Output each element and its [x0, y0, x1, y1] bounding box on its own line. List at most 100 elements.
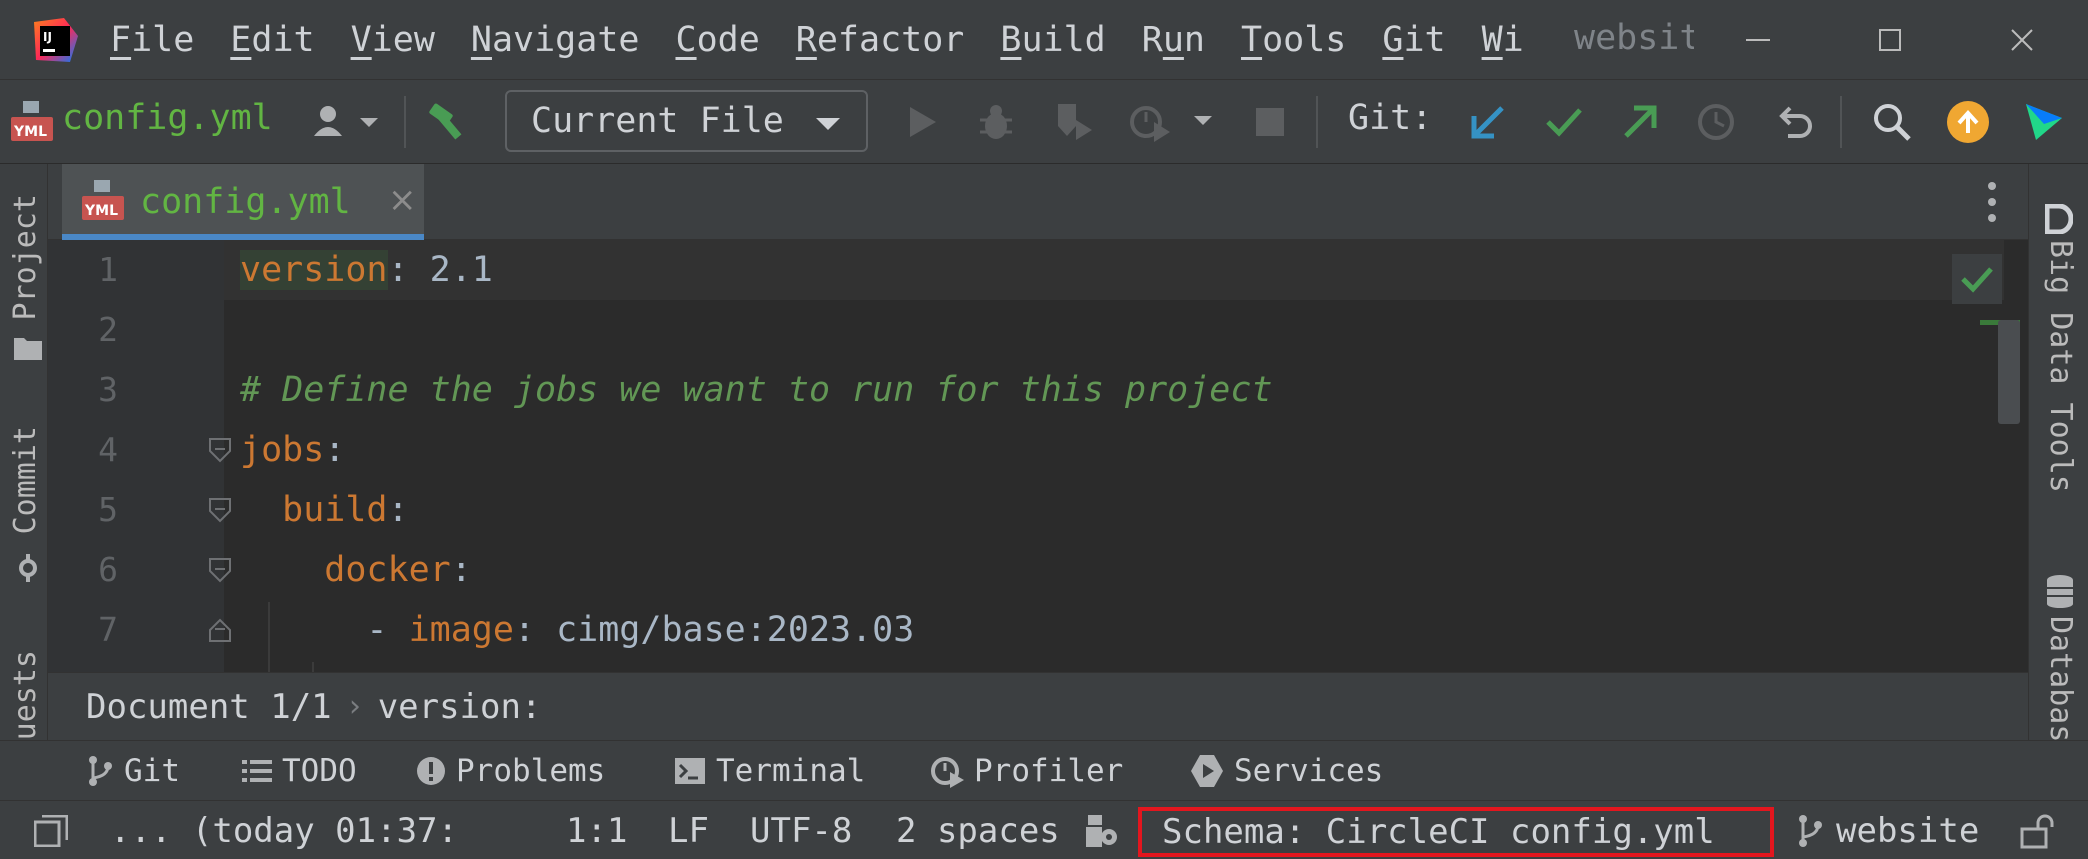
database-icon	[2047, 575, 2073, 608]
maximize-button[interactable]	[1860, 10, 1920, 70]
commit-tool-tab[interactable]: Commit	[8, 426, 43, 534]
close-window-button[interactable]	[1992, 10, 2052, 70]
run-with-coverage-icon[interactable]	[1050, 98, 1098, 146]
menu-item-9[interactable]: Git	[1382, 20, 1445, 60]
navbar-file[interactable]: config.yml	[62, 98, 273, 138]
caret-position[interactable]: 1:1	[566, 811, 627, 851]
git-push-icon[interactable]	[1616, 98, 1664, 146]
stop-icon[interactable]	[1246, 98, 1294, 146]
tool-window-bar: Git TODO Problems Terminal Profiler Serv…	[0, 740, 2088, 800]
run-configuration-label: Current File	[531, 101, 784, 141]
line-number: 1	[98, 250, 118, 289]
inspection-ok-icon[interactable]	[1952, 254, 2002, 304]
intellij-logo-icon[interactable]: IJ	[30, 18, 80, 64]
code-line[interactable]: build:	[240, 480, 408, 540]
code-line[interactable]: jobs:	[240, 420, 345, 480]
menu-item-10[interactable]: Wi	[1482, 20, 1524, 60]
more-options-icon[interactable]	[1984, 180, 2000, 224]
editor-tab-bar: YML config.yml ×	[48, 164, 2028, 240]
commit-icon	[19, 554, 37, 582]
yaml-file-icon: YML	[8, 98, 56, 146]
menu-item-1[interactable]: Edit	[230, 20, 314, 60]
tab-label: config.yml	[140, 182, 351, 222]
breadcrumb: Document 1/1 › version:	[48, 672, 2028, 740]
tool-window-terminal[interactable]: Terminal	[674, 751, 865, 791]
code-line[interactable]: version: 2.1	[240, 240, 493, 300]
code-line[interactable]: - image: cimg/base:2023.03	[240, 600, 914, 660]
code-line[interactable]: docker:	[240, 540, 472, 600]
requests-tool-tab[interactable]: uests	[8, 650, 43, 740]
chevron-right-icon: ›	[345, 689, 364, 724]
yaml-file-icon: YML	[82, 180, 124, 220]
big-data-tools-tab[interactable]: Big Data Tools	[2043, 240, 2078, 493]
breadcrumb-document[interactable]: Document 1/1	[86, 687, 332, 727]
debug-icon[interactable]	[972, 98, 1020, 146]
line-separator[interactable]: LF	[668, 811, 709, 851]
right-tool-strip: Big Data Tools Databas	[2028, 164, 2088, 742]
menu-item-5[interactable]: Refactor	[796, 20, 965, 60]
code-line[interactable]: # Define the jobs we want to run for thi…	[240, 360, 1273, 420]
project-tool-tab[interactable]: Project	[8, 194, 43, 320]
search-icon[interactable]	[1868, 98, 1916, 146]
svg-text:YML: YML	[84, 203, 118, 219]
git-branch-icon	[1799, 815, 1822, 847]
main-toolbar: YML config.yml Current File Git:	[0, 80, 2088, 164]
git-label: Git:	[1348, 98, 1433, 138]
tool-window-services[interactable]: Services	[1190, 751, 1383, 791]
editor-scrollbar[interactable]	[1998, 320, 2020, 424]
git-branch[interactable]: website	[1836, 811, 1979, 851]
folder-icon	[14, 338, 42, 360]
run-icon[interactable]	[898, 98, 946, 146]
unlock-icon[interactable]	[2020, 813, 2054, 849]
line-gutter: 1 2 3 4 5 6 7	[48, 240, 231, 672]
chevron-down-icon	[816, 118, 840, 130]
account-dropdown-icon[interactable]	[306, 98, 382, 146]
tool-window-git[interactable]: Git	[86, 751, 180, 791]
git-commit-icon[interactable]	[1540, 98, 1588, 146]
code-with-me-icon[interactable]	[2020, 98, 2068, 146]
svg-text:YML: YML	[13, 124, 47, 140]
line-number: 5	[98, 490, 118, 529]
line-number: 3	[98, 370, 118, 409]
line-number: 7	[98, 610, 118, 649]
code-area[interactable]: version: 2.1 # Define the jobs we want to…	[224, 240, 2004, 672]
tool-window-profiler[interactable]: Profiler	[930, 751, 1123, 791]
left-tool-strip: Project Commit uests	[0, 164, 48, 740]
json-schema-widget[interactable]: Schema: CircleCI config.yml	[1138, 807, 1774, 857]
minimize-button[interactable]	[1728, 10, 1788, 70]
terminal-icon	[675, 758, 705, 784]
menu-item-7[interactable]: Run	[1142, 20, 1205, 60]
menu-item-0[interactable]: File	[110, 20, 194, 60]
git-update-icon[interactable]	[1464, 98, 1512, 146]
file-encoding[interactable]: UTF-8	[750, 811, 852, 851]
main-menu: File Edit View Navigate Code Refactor Build Run…	[110, 0, 1560, 80]
close-tab-icon[interactable]: ×	[388, 180, 417, 220]
line-number: 4	[98, 430, 118, 469]
code-editor[interactable]: 1 2 3 4 5 6 7 version: 2.1 # Define the jobs we…	[48, 240, 2028, 672]
ide-update-icon[interactable]	[1944, 98, 1992, 146]
tab-config-yml[interactable]: YML config.yml ×	[62, 164, 424, 240]
menu-item-2[interactable]: View	[351, 20, 435, 60]
tool-window-todo[interactable]: TODO	[242, 751, 357, 791]
profile-dropdown-icon[interactable]	[1128, 98, 1218, 146]
menu-item-4[interactable]: Code	[675, 20, 759, 60]
menu-item-3[interactable]: Navigate	[471, 20, 640, 60]
schema-settings-icon[interactable]	[1084, 813, 1118, 849]
toggle-tool-windows-icon[interactable]	[34, 815, 68, 847]
rollback-icon[interactable]	[1770, 98, 1818, 146]
todo-list-icon	[242, 760, 272, 782]
profiler-icon	[931, 757, 964, 788]
big-data-tools-icon	[2045, 204, 2073, 234]
indent-settings[interactable]: 2 spaces	[896, 811, 1060, 851]
menu-item-6[interactable]: Build	[1000, 20, 1105, 60]
build-hammer-icon[interactable]	[424, 98, 472, 146]
services-icon	[1191, 755, 1223, 787]
run-configuration-dropdown[interactable]: Current File	[505, 90, 868, 152]
database-tab[interactable]: Databas	[2043, 616, 2078, 742]
vcs-status[interactable]: ... (today 01:37:	[110, 811, 458, 851]
menu-item-8[interactable]: Tools	[1241, 20, 1346, 60]
breadcrumb-key[interactable]: version:	[378, 687, 542, 727]
git-history-icon[interactable]	[1692, 98, 1740, 146]
tool-window-problems[interactable]: Problems	[416, 751, 605, 791]
problems-icon	[417, 757, 445, 785]
